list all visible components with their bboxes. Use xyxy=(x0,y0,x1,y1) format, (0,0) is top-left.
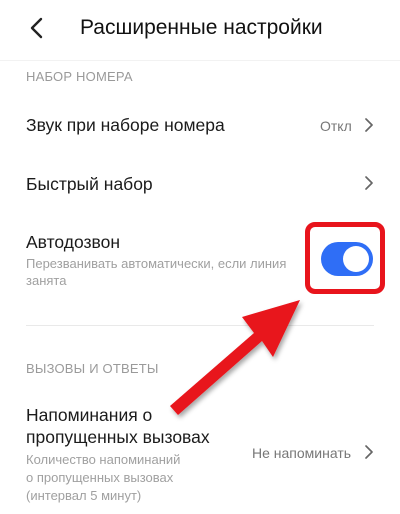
chevron-right-icon xyxy=(365,445,373,459)
missed-reminders-label-2: пропущенных вызовах xyxy=(26,427,210,447)
arrow-left-icon xyxy=(30,17,43,39)
missed-reminders-value: Не напоминать xyxy=(252,445,352,461)
section-heading-calls: ВЫЗОВЫ И ОТВЕТЫ xyxy=(26,361,159,376)
section-heading-dialing: НАБОР НОМЕРА xyxy=(26,69,133,84)
back-button[interactable] xyxy=(22,12,50,44)
page-title: Расширенные настройки xyxy=(80,16,323,39)
auto-redial-label: Автодозвон xyxy=(26,232,121,252)
section-divider xyxy=(26,325,374,326)
annotation-highlight-box xyxy=(305,222,385,294)
dial-sound-value: Откл xyxy=(320,118,352,134)
auto-redial-description-1: Перезванивать автоматически, если линия xyxy=(26,256,287,271)
chevron-right-icon xyxy=(365,176,373,190)
chevron-right-icon xyxy=(365,118,373,132)
missed-reminders-description-3: (интервал 5 минут) xyxy=(26,488,142,503)
auto-redial-description-2: занята xyxy=(26,273,67,288)
missed-reminders-description-2: о пропущенных вызовах xyxy=(26,470,174,485)
header-divider xyxy=(0,60,400,61)
missed-reminders-description-1: Количество напоминаний xyxy=(26,452,181,467)
speed-dial-label: Быстрый набор xyxy=(26,174,153,194)
dial-sound-label: Звук при наборе номера xyxy=(26,115,225,135)
top-app-bar: Расширенные настройки xyxy=(0,0,400,58)
missed-reminders-label-1: Напоминания о xyxy=(26,405,153,425)
